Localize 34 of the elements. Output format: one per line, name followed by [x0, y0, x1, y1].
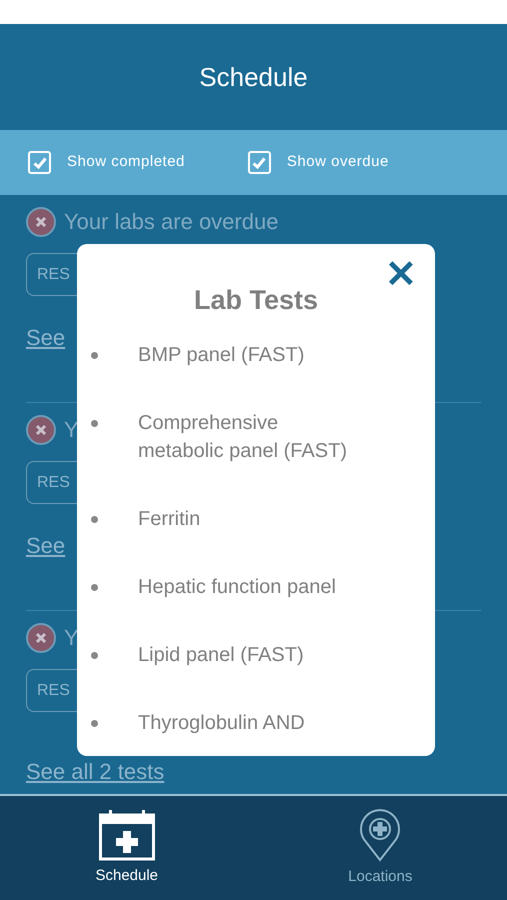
bullet-icon [91, 516, 98, 522]
checkmark-icon [252, 156, 266, 168]
lab-test-item: Thyroglobulin AND [138, 710, 306, 736]
calendar-plus-icon [98, 808, 155, 861]
modal-title: Lab Tests [192, 284, 320, 317]
lab-test-item: Comprehensive metabolic panel (FAST) [138, 410, 348, 464]
filter-label: Show completed [67, 152, 185, 172]
bullet-icon [91, 352, 98, 358]
overdue-message: Y [64, 624, 79, 652]
bullet-icon [91, 652, 98, 658]
overdue-message: Your labs are overdue [64, 208, 278, 236]
tab[interactable]: Locations [254, 796, 507, 900]
see-tests-link[interactable]: See [26, 326, 66, 350]
bullet-icon [91, 420, 98, 426]
lab-test-item: Lipid panel (FAST) [138, 642, 305, 668]
bullet-icon [91, 720, 98, 726]
error-icon [26, 622, 56, 652]
bullet-icon [91, 584, 98, 590]
error-icon [26, 206, 56, 236]
overdue-message: Y [64, 416, 79, 444]
close-button[interactable]: ✕ [385, 256, 417, 294]
checkbox[interactable] [28, 151, 51, 174]
checkmark-icon [32, 156, 46, 168]
map-pin-plus-icon [358, 808, 402, 862]
tab[interactable]: Schedule [0, 796, 254, 900]
error-icon [26, 414, 56, 444]
lab-test-item: BMP panel (FAST) [138, 342, 306, 368]
checkbox[interactable] [248, 151, 271, 174]
lab-test-item: Hepatic function panel [138, 574, 337, 600]
see-tests-link[interactable]: See all 2 tests [26, 760, 164, 784]
screen-title: Schedule [199, 60, 308, 94]
lab-test-item: Ferritin [138, 506, 202, 532]
see-tests-link[interactable]: See [26, 534, 66, 558]
filter-label: Show overdue [286, 152, 389, 172]
